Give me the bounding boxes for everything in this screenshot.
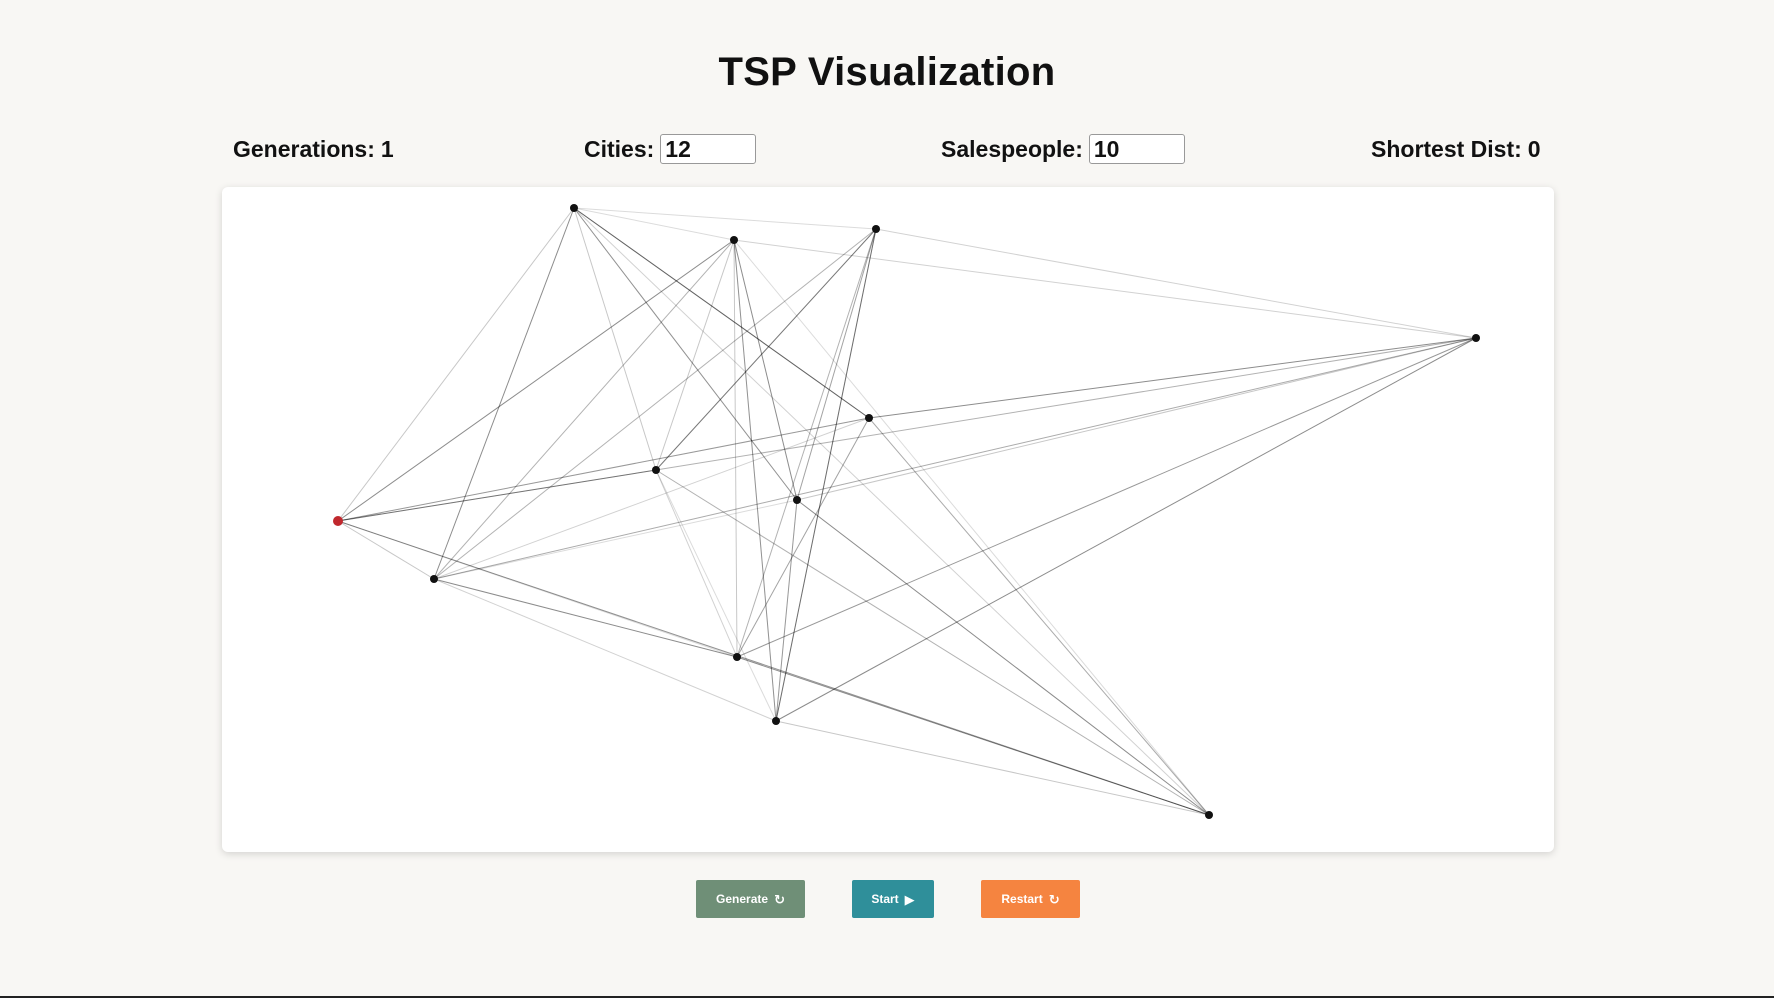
route-edge — [736, 337, 1477, 658]
cities-label: Cities: — [584, 136, 655, 162]
city-node — [872, 225, 880, 233]
route-edge — [337, 469, 657, 522]
route-edge — [733, 239, 738, 658]
generate-button[interactable]: Generate ↻ — [696, 880, 805, 918]
route-edge — [796, 499, 1210, 816]
city-node — [772, 717, 780, 725]
route-edge — [337, 520, 435, 580]
cities-stat: Cities: — [584, 134, 757, 164]
salespeople-label: Salespeople: — [941, 136, 1083, 162]
restart-label: Restart — [1001, 892, 1043, 906]
route-edge — [868, 337, 1477, 419]
route-edge — [433, 578, 738, 658]
route-graph — [333, 204, 1480, 819]
restart-button[interactable]: Restart ↻ — [981, 880, 1080, 918]
generations-label: Generations: — [233, 136, 375, 162]
start-button[interactable]: Start ▶ — [852, 880, 934, 918]
city-node — [430, 575, 438, 583]
shortest-dist-value: 0 — [1527, 136, 1541, 162]
route-edge — [433, 578, 777, 722]
route-edge — [573, 207, 877, 230]
city-node — [730, 236, 738, 244]
route-edge — [573, 207, 798, 501]
generations-stat: Generations: 1 — [233, 134, 394, 164]
cities-input[interactable] — [660, 134, 757, 164]
page: TSP Visualization Generations: 1 Cities:… — [0, 0, 1774, 998]
play-icon: ▶ — [904, 891, 915, 907]
route-edge — [573, 207, 735, 241]
route-edge — [875, 228, 1477, 339]
shortest-dist-stat: Shortest Dist: 0 — [1371, 134, 1541, 164]
city-node — [1205, 811, 1213, 819]
city-node — [570, 204, 578, 212]
city-node — [652, 466, 660, 474]
route-edge — [775, 499, 798, 722]
page-title: TSP Visualization — [718, 50, 1056, 94]
tsp-canvas[interactable] — [222, 187, 1554, 852]
route-edge — [868, 417, 1210, 816]
salespeople-stat: Salespeople: — [941, 134, 1185, 164]
route-edge — [573, 207, 870, 419]
city-node — [1472, 334, 1480, 342]
route-edge — [796, 337, 1477, 501]
city-node — [865, 414, 873, 422]
generations-value: 1 — [380, 136, 394, 162]
route-edge — [775, 337, 1477, 722]
salespeople-input[interactable] — [1088, 134, 1185, 164]
route-edge — [733, 239, 1210, 816]
start-label: Start — [871, 892, 899, 906]
route-edge — [337, 207, 575, 522]
restart-icon: ↻ — [1048, 891, 1060, 907]
route-edge — [775, 720, 1210, 816]
start-city-node — [333, 516, 343, 526]
route-edge — [433, 337, 1477, 580]
route-edge — [433, 239, 735, 580]
route-edge — [337, 239, 735, 522]
city-node — [793, 496, 801, 504]
shortest-dist-label: Shortest Dist: — [1371, 136, 1522, 162]
city-node — [733, 653, 741, 661]
route-edge — [655, 469, 738, 658]
refresh-icon: ↻ — [774, 891, 785, 907]
generate-label: Generate — [716, 892, 769, 906]
route-edge — [573, 207, 1210, 816]
route-edge — [655, 228, 877, 471]
route-edge — [337, 520, 738, 658]
